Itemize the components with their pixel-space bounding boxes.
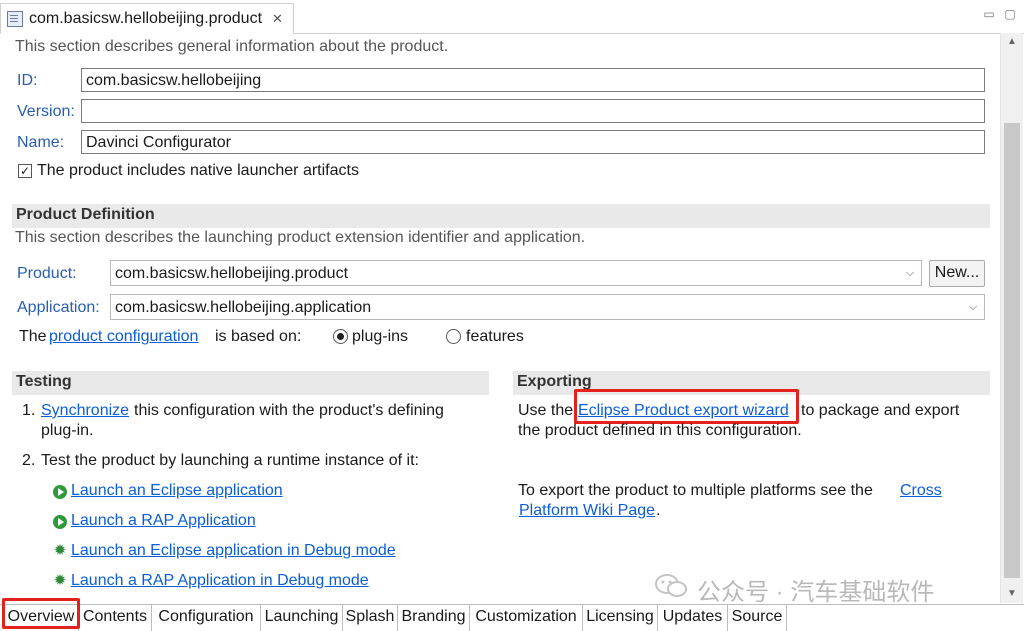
chevron-down-icon[interactable]: ⌵: [899, 261, 921, 285]
scroll-down-icon[interactable]: ▼: [1001, 585, 1023, 603]
synchronize-link[interactable]: Synchronize: [41, 402, 129, 420]
native-launcher-label: The product includes native launcher art…: [37, 162, 359, 179]
vertical-scrollbar[interactable]: ▲ ▼: [1000, 33, 1023, 603]
application-label: Application:: [17, 299, 100, 316]
run-icon: [53, 515, 67, 529]
page-tab-bar: Overview Contents Configuration Launchin…: [0, 604, 1024, 631]
native-launcher-checkbox[interactable]: ✓: [18, 164, 32, 178]
scrollbar-thumb[interactable]: [1004, 123, 1020, 578]
step2-number: 2.: [22, 452, 36, 469]
launch-eclipse-link[interactable]: Launch an Eclipse application: [71, 482, 283, 500]
chevron-down-icon[interactable]: ⌵: [962, 295, 984, 319]
config-suffix: is based on:: [215, 328, 302, 345]
debug-icon: ✹: [53, 542, 67, 559]
watermark-text: 公众号 · 汽车基础软件: [697, 579, 935, 606]
product-label: Product:: [17, 265, 77, 282]
run-icon: [53, 485, 67, 499]
launch-rap-debug-link[interactable]: Launch a RAP Application in Debug mode: [71, 572, 369, 590]
export-use-the: Use the: [518, 402, 574, 419]
export-multi-text: To export the product to multiple platfo…: [518, 482, 873, 499]
tab-customization[interactable]: Customization: [470, 605, 583, 631]
export-line2: the product defined in this configuratio…: [518, 422, 802, 439]
wechat-icon: [655, 574, 687, 597]
tab-updates[interactable]: Updates: [658, 605, 728, 631]
product-combo-value: com.basicsw.hellobeijing.product: [115, 265, 349, 282]
step1-number: 1.: [22, 402, 36, 419]
step2-text: Test the product by launching a runtime …: [41, 452, 419, 469]
editor-tab[interactable]: com.basicsw.hellobeijing.product ✕: [0, 3, 294, 34]
version-field[interactable]: [81, 99, 985, 123]
export-period: .: [656, 502, 661, 519]
plugins-radio-label: plug-ins: [352, 328, 409, 345]
maximize-icon[interactable]: ▢: [1003, 8, 1017, 20]
id-label: ID:: [17, 72, 38, 89]
product-file-icon: [7, 11, 23, 27]
testing-heading: Testing: [12, 371, 489, 395]
tab-source[interactable]: Source: [728, 605, 787, 631]
cross-platform-link-a[interactable]: Cross: [900, 482, 942, 500]
launch-eclipse-debug-link[interactable]: Launch an Eclipse application in Debug m…: [71, 542, 396, 560]
name-field[interactable]: Davinci Configurator: [81, 130, 985, 154]
minimize-icon[interactable]: ▭: [982, 8, 996, 20]
launch-rap-link[interactable]: Launch a RAP Application: [71, 512, 256, 530]
step1-text-cont: plug-in.: [41, 422, 94, 439]
export-after-link: to package and export: [801, 402, 960, 419]
highlight-box-export-wizard: [574, 389, 799, 424]
product-definition-description: This section describes the launching pro…: [15, 229, 586, 246]
step1-text: this configuration with the product's de…: [134, 402, 444, 419]
editor-tab-title: com.basicsw.hellobeijing.product: [29, 10, 263, 27]
tab-branding[interactable]: Branding: [398, 605, 470, 631]
tab-launching[interactable]: Launching: [261, 605, 343, 631]
debug-icon: ✹: [53, 572, 67, 589]
id-field[interactable]: com.basicsw.hellobeijing: [81, 68, 985, 92]
tab-configuration[interactable]: Configuration: [152, 605, 261, 631]
features-radio[interactable]: [446, 329, 461, 344]
features-radio-label: features: [466, 328, 524, 345]
application-combo[interactable]: com.basicsw.hellobeijing.application ⌵: [110, 294, 985, 320]
close-icon[interactable]: ✕: [272, 11, 283, 27]
application-combo-value: com.basicsw.hellobeijing.application: [115, 299, 372, 316]
name-label: Name:: [17, 134, 65, 151]
tab-splash[interactable]: Splash: [343, 605, 398, 631]
plugins-radio[interactable]: [333, 329, 348, 344]
product-configuration-link[interactable]: product configuration: [49, 328, 198, 346]
scroll-up-icon[interactable]: ▲: [1001, 33, 1023, 51]
highlight-box-overview-tab: [2, 598, 80, 629]
editor-tab-bar: com.basicsw.hellobeijing.product ✕ ▭ ▢: [0, 0, 1024, 34]
new-product-button[interactable]: New...: [929, 260, 985, 287]
tab-contents[interactable]: Contents: [79, 605, 152, 631]
cross-platform-link-b[interactable]: Platform Wiki Page: [519, 502, 655, 520]
tab-licensing[interactable]: Licensing: [583, 605, 658, 631]
general-description: This section describes general informati…: [15, 38, 449, 55]
config-prefix: The: [19, 328, 47, 345]
version-label: Version:: [17, 103, 75, 120]
product-combo[interactable]: com.basicsw.hellobeijing.product ⌵: [110, 260, 922, 286]
product-definition-heading: Product Definition: [12, 204, 990, 228]
